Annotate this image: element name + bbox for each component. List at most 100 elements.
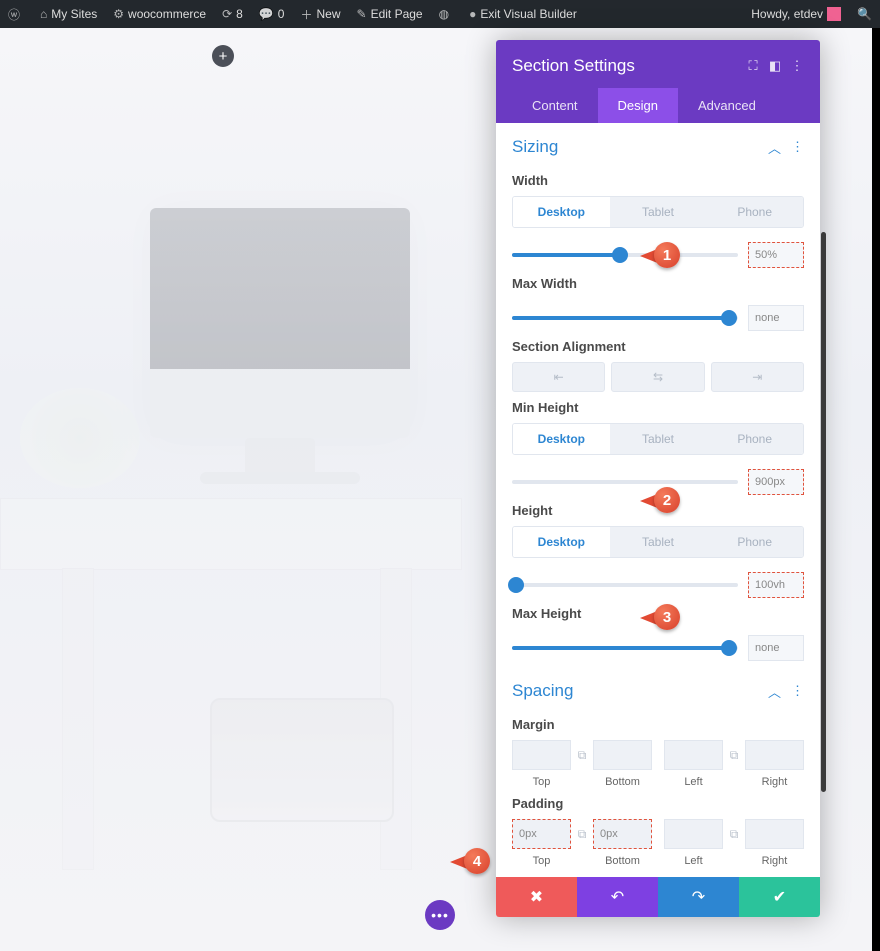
height-slider[interactable]: 100vh: [512, 572, 804, 598]
tab-content[interactable]: Content: [512, 88, 598, 123]
minheight-slider[interactable]: 900px: [512, 469, 804, 495]
height-desktop-tab[interactable]: Desktop: [513, 527, 610, 557]
height-phone-tab[interactable]: Phone: [706, 527, 803, 557]
minheight-phone-tab[interactable]: Phone: [706, 424, 803, 454]
maxwidth-label: Max Width: [512, 276, 804, 291]
height-label: Height: [512, 503, 804, 518]
margin-top-input[interactable]: [512, 740, 571, 770]
site-name[interactable]: ⚙woocommerce: [105, 0, 214, 28]
width-phone-tab[interactable]: Phone: [706, 197, 803, 227]
my-sites-label: My Sites: [51, 7, 97, 21]
edit-page[interactable]: ✎ Edit Page: [349, 0, 431, 28]
background-image: [0, 28, 440, 951]
edit-page-label: Edit Page: [371, 7, 423, 21]
pencil-icon: ✎: [357, 7, 367, 21]
margin-right-input[interactable]: [745, 740, 804, 770]
settings-tabs: Content Design Advanced: [512, 88, 808, 123]
panel-more-icon[interactable]: ⋮: [786, 58, 808, 74]
maxheight-slider[interactable]: none: [512, 635, 804, 661]
updates-count: 8: [236, 7, 243, 21]
divi-menu[interactable]: ◍: [431, 0, 461, 28]
tab-advanced[interactable]: Advanced: [678, 88, 776, 123]
exit-visual-builder[interactable]: ● Exit Visual Builder: [461, 0, 585, 28]
add-section-button[interactable]: +: [212, 45, 234, 67]
undo-button[interactable]: ↶: [577, 877, 658, 917]
spacing-more-icon[interactable]: ⋮: [791, 683, 804, 699]
search-toggle[interactable]: 🔍: [849, 0, 880, 28]
width-value[interactable]: 50%: [748, 242, 804, 268]
refresh-icon: ⟳: [222, 7, 232, 21]
comments-count: 0: [278, 7, 285, 21]
panel-title: Section Settings: [512, 56, 742, 76]
plus-icon: ＋: [300, 6, 312, 23]
chevron-up-icon[interactable]: ︿: [768, 138, 781, 157]
new-label: New: [316, 7, 340, 21]
minheight-desktop-tab[interactable]: Desktop: [513, 424, 610, 454]
spacing-heading: Spacing: [512, 681, 573, 701]
spacing-accordion[interactable]: Spacing ︿ ⋮: [508, 667, 808, 709]
height-tablet-tab[interactable]: Tablet: [610, 527, 707, 557]
height-device-tabs: Desktop Tablet Phone: [512, 526, 804, 558]
margin-left-input[interactable]: [664, 740, 723, 770]
exit-vb-label: Exit Visual Builder: [480, 7, 577, 21]
padding-bottom-input[interactable]: 0px: [593, 819, 652, 849]
margin-bottom-input[interactable]: [593, 740, 652, 770]
site-icon: ⚙: [113, 7, 124, 21]
padding-left-input[interactable]: [664, 819, 723, 849]
new-content[interactable]: ＋ New: [292, 0, 348, 28]
my-sites[interactable]: ⌂My Sites: [32, 0, 105, 28]
panel-action-bar: ✖ ↶ ↷ ✔: [496, 877, 820, 917]
maxwidth-value[interactable]: none: [748, 305, 804, 331]
margin-label: Margin: [512, 717, 804, 732]
align-right-button[interactable]: ⇥: [711, 362, 804, 392]
alignment-buttons: ⇤ ⇆ ⇥: [512, 362, 804, 392]
sizing-accordion[interactable]: Sizing ︿ ⋮: [508, 123, 808, 165]
maxheight-value[interactable]: none: [748, 635, 804, 661]
expand-icon[interactable]: ⛶: [742, 58, 764, 74]
padding-right-input[interactable]: [745, 819, 804, 849]
minheight-label: Min Height: [512, 400, 804, 415]
save-button[interactable]: ✔: [739, 877, 820, 917]
howdy-label: Howdy, etdev: [751, 7, 823, 21]
wordpress-icon: ⓦ: [8, 6, 20, 23]
padding-top-input[interactable]: 0px: [512, 819, 571, 849]
sizing-heading: Sizing: [512, 137, 558, 157]
maxheight-label: Max Height: [512, 606, 804, 621]
alignment-label: Section Alignment: [512, 339, 804, 354]
redo-button[interactable]: ↷: [658, 877, 739, 917]
link-icon[interactable]: ⧉: [723, 827, 745, 842]
panel-body: Sizing ︿ ⋮ Width Desktop Tablet Phone 50…: [496, 123, 820, 877]
panel-scrollbar[interactable]: [821, 232, 826, 792]
frame-edge: [872, 28, 880, 951]
maxwidth-slider[interactable]: none: [512, 305, 804, 331]
comments[interactable]: 💬0: [251, 0, 293, 28]
padding-label: Padding: [512, 796, 804, 811]
builder-fab[interactable]: •••: [425, 900, 455, 930]
padding-inputs: 0px ⧉ 0px ⧉: [512, 819, 804, 849]
minheight-tablet-tab[interactable]: Tablet: [610, 424, 707, 454]
updates[interactable]: ⟳8: [214, 0, 251, 28]
link-icon[interactable]: ⧉: [571, 827, 593, 842]
chevron-up-icon[interactable]: ︿: [768, 682, 781, 701]
minheight-value[interactable]: 900px: [748, 469, 804, 495]
width-desktop-tab[interactable]: Desktop: [513, 197, 610, 227]
tab-design[interactable]: Design: [598, 88, 678, 123]
margin-inputs: ⧉ ⧉: [512, 740, 804, 770]
link-icon[interactable]: ⧉: [723, 748, 745, 763]
sizing-more-icon[interactable]: ⋮: [791, 139, 804, 155]
align-center-button[interactable]: ⇆: [611, 362, 704, 392]
avatar: [827, 7, 841, 21]
width-tablet-tab[interactable]: Tablet: [610, 197, 707, 227]
wp-logo[interactable]: ⓦ: [0, 0, 32, 28]
divi-icon: ◍: [439, 7, 449, 21]
link-icon[interactable]: ⧉: [571, 748, 593, 763]
howdy-user[interactable]: Howdy, etdev: [743, 0, 849, 28]
dot-icon: ●: [469, 7, 476, 21]
comment-icon: 💬: [259, 7, 274, 21]
height-value[interactable]: 100vh: [748, 572, 804, 598]
align-left-button[interactable]: ⇤: [512, 362, 605, 392]
snap-icon[interactable]: ◧: [764, 58, 786, 74]
width-slider[interactable]: 50%: [512, 242, 804, 268]
discard-button[interactable]: ✖: [496, 877, 577, 917]
panel-header: Section Settings ⛶ ◧ ⋮ Content Design Ad…: [496, 40, 820, 123]
